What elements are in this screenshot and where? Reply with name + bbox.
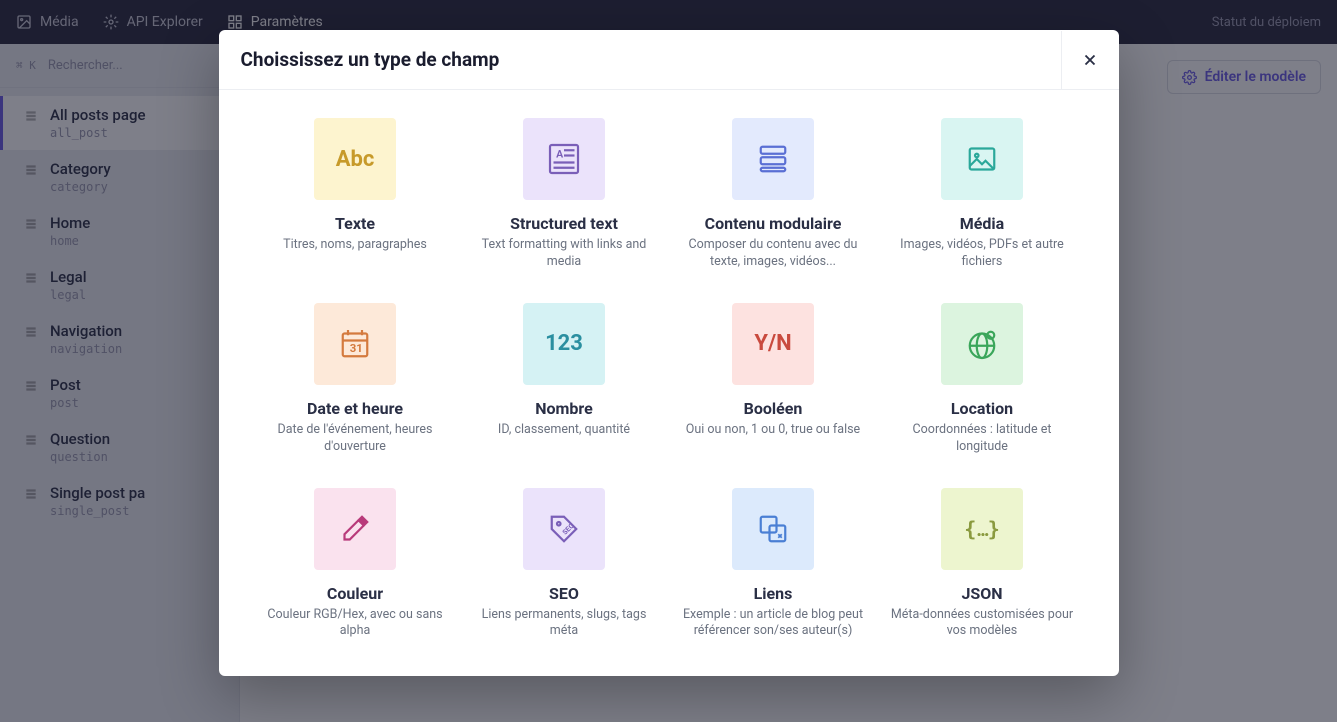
eyedropper-icon <box>314 488 396 570</box>
field-desc: ID, classement, quantité <box>498 422 630 439</box>
json-icon: {...} <box>941 488 1023 570</box>
close-icon <box>1081 51 1099 69</box>
svg-text:31: 31 <box>350 341 363 355</box>
field-name: Structured text <box>510 214 618 233</box>
field-name: Texte <box>335 214 375 233</box>
field-type-modal: Choississez un type de champ Abc Texte T… <box>219 30 1119 676</box>
field-color[interactable]: Couleur Couleur RGB/Hex, avec ou sans al… <box>263 488 448 641</box>
field-name: Booléen <box>744 399 803 418</box>
field-desc: Text formatting with links and media <box>472 237 657 271</box>
field-desc: Oui ou non, 1 ou 0, true ou false <box>686 422 860 439</box>
tag-icon: SEO <box>523 488 605 570</box>
field-name: Nombre <box>535 399 593 418</box>
field-desc: Titres, noms, paragraphes <box>283 237 427 254</box>
field-name: Couleur <box>327 584 383 603</box>
field-links[interactable]: Liens Exemple : un article de blog peut … <box>681 488 866 641</box>
field-desc: Coordonnées : latitude et longitude <box>890 422 1075 456</box>
modal-title: Choississez un type de champ <box>241 48 500 71</box>
modal-body: Abc Texte Titres, noms, paragraphes A St… <box>219 90 1119 676</box>
field-desc: Liens permanents, slugs, tags méta <box>472 607 657 641</box>
modal-header: Choississez un type de champ <box>219 30 1119 90</box>
field-json[interactable]: {...} JSON Méta-données customisées pour… <box>890 488 1075 641</box>
links-icon <box>732 488 814 570</box>
media-icon <box>941 118 1023 200</box>
svg-text:SEO: SEO <box>561 521 576 536</box>
field-date[interactable]: 31 Date et heure Date de l'événement, he… <box>263 303 448 456</box>
modal-overlay[interactable]: Choississez un type de champ Abc Texte T… <box>0 0 1337 722</box>
field-name: Date et heure <box>307 399 403 418</box>
svg-text:A: A <box>556 147 564 160</box>
modal-close-button[interactable] <box>1061 31 1119 89</box>
calendar-icon: 31 <box>314 303 396 385</box>
field-grid: Abc Texte Titres, noms, paragraphes A St… <box>263 118 1075 640</box>
field-desc: Images, vidéos, PDFs et autre fichiers <box>890 237 1075 271</box>
field-seo[interactable]: SEO SEO Liens permanents, slugs, tags mé… <box>472 488 657 641</box>
field-name: Média <box>960 214 1004 233</box>
field-desc: Date de l'événement, heures d'ouverture <box>263 422 448 456</box>
field-number[interactable]: 123 Nombre ID, classement, quantité <box>472 303 657 456</box>
field-structured-text[interactable]: A Structured text Text formatting with l… <box>472 118 657 271</box>
field-name: Liens <box>754 584 793 603</box>
text-icon: Abc <box>314 118 396 200</box>
field-boolean[interactable]: Y/N Booléen Oui ou non, 1 ou 0, true ou … <box>681 303 866 456</box>
field-name: SEO <box>549 584 579 603</box>
modular-content-icon <box>732 118 814 200</box>
globe-icon <box>941 303 1023 385</box>
structured-text-icon: A <box>523 118 605 200</box>
field-media[interactable]: Média Images, vidéos, PDFs et autre fich… <box>890 118 1075 271</box>
field-desc: Composer du contenu avec du texte, image… <box>681 237 866 271</box>
field-name: JSON <box>961 584 1002 603</box>
number-icon: 123 <box>523 303 605 385</box>
field-desc: Couleur RGB/Hex, avec ou sans alpha <box>263 607 448 641</box>
field-name: Location <box>951 399 1013 418</box>
boolean-icon: Y/N <box>732 303 814 385</box>
field-desc: Exemple : un article de blog peut référe… <box>681 607 866 641</box>
field-name: Contenu modulaire <box>705 214 842 233</box>
field-location[interactable]: Location Coordonnées : latitude et longi… <box>890 303 1075 456</box>
field-desc: Méta-données customisées pour vos modèle… <box>890 607 1075 641</box>
field-text[interactable]: Abc Texte Titres, noms, paragraphes <box>263 118 448 271</box>
field-modular-content[interactable]: Contenu modulaire Composer du contenu av… <box>681 118 866 271</box>
